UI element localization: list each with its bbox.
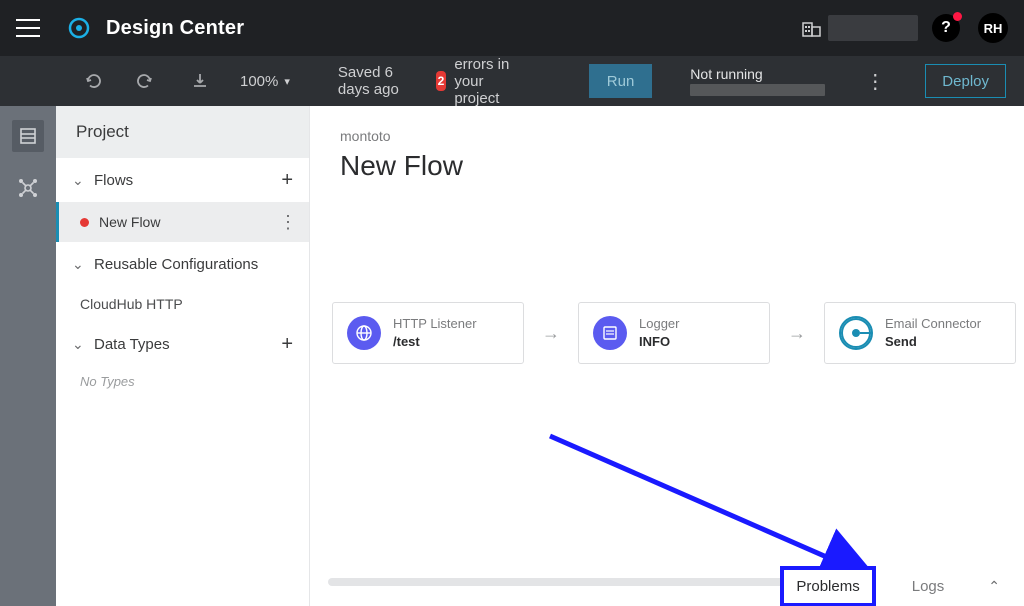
flow-cards-row: HTTP Listener /test → Logger INFO → bbox=[332, 302, 1024, 364]
sidebar-section-flows[interactable]: ⌄ Flows + bbox=[56, 158, 309, 202]
sidebar-section-datatypes[interactable]: ⌄ Data Types + bbox=[56, 322, 309, 366]
chevron-down-icon: ⌄ bbox=[72, 172, 84, 189]
org-icon[interactable] bbox=[802, 19, 822, 37]
arrow-right-icon: → bbox=[542, 323, 560, 344]
sidebar-section-reusable[interactable]: ⌄ Reusable Configurations bbox=[56, 242, 309, 286]
left-rail bbox=[0, 106, 56, 606]
zoom-selector[interactable]: 100% ▾ bbox=[240, 73, 290, 90]
add-flow-button[interactable]: + bbox=[281, 169, 293, 192]
breadcrumb: montoto bbox=[340, 128, 391, 144]
tab-problems[interactable]: Problems bbox=[780, 566, 875, 606]
menu-icon[interactable] bbox=[16, 19, 40, 37]
bottom-tabs: Problems Logs ⌃ bbox=[780, 566, 1024, 606]
toolbar: 100% ▾ Saved 6 days ago 2 errors in your… bbox=[0, 56, 1024, 106]
page-title: New Flow bbox=[340, 150, 463, 182]
errors-indicator[interactable]: 2 errors in your project bbox=[436, 56, 529, 107]
saved-status: Saved 6 days ago bbox=[338, 64, 406, 98]
app-logo-title[interactable]: Design Center bbox=[66, 15, 244, 41]
flow-item-menu[interactable]: ⋮ bbox=[279, 212, 297, 233]
globe-icon bbox=[347, 316, 381, 350]
error-count-badge: 2 bbox=[436, 71, 447, 91]
undo-button[interactable] bbox=[78, 67, 106, 95]
error-dot-icon bbox=[80, 218, 89, 227]
card-logger[interactable]: Logger INFO bbox=[578, 302, 770, 364]
card-email-connector[interactable]: Email Connector Send bbox=[824, 302, 1016, 364]
chevron-down-icon: ▾ bbox=[284, 75, 290, 88]
expand-panel-button[interactable]: ⌃ bbox=[980, 578, 1008, 595]
rail-project-icon[interactable] bbox=[12, 120, 44, 152]
download-button[interactable] bbox=[186, 67, 214, 95]
status-progress-bar bbox=[690, 84, 825, 96]
add-datatype-button[interactable]: + bbox=[281, 333, 293, 356]
flow-canvas[interactable]: montoto New Flow HTTP Listener /test → L… bbox=[310, 106, 1024, 606]
runtime-status: Not running bbox=[690, 66, 825, 96]
log-icon bbox=[593, 316, 627, 350]
arrow-right-icon: → bbox=[788, 323, 806, 344]
notification-dot-icon bbox=[953, 12, 962, 21]
card-http-listener[interactable]: HTTP Listener /test bbox=[332, 302, 524, 364]
help-button[interactable]: ? bbox=[932, 14, 960, 42]
rail-flow-icon[interactable] bbox=[12, 172, 44, 204]
project-sidebar: Project ⌄ Flows + New Flow ⋮ ⌄ Reusable … bbox=[56, 106, 310, 606]
sidebar-item-cloudhub-http[interactable]: CloudHub HTTP bbox=[56, 286, 309, 322]
sidebar-title: Project bbox=[56, 106, 309, 158]
help-label: ? bbox=[941, 19, 951, 37]
sidebar-item-new-flow[interactable]: New Flow ⋮ bbox=[56, 202, 309, 242]
tab-logs[interactable]: Logs bbox=[900, 570, 957, 603]
no-types-label: No Types bbox=[56, 366, 309, 397]
logo-icon bbox=[66, 15, 92, 41]
deploy-button[interactable]: Deploy bbox=[925, 64, 1006, 98]
chevron-down-icon: ⌄ bbox=[72, 336, 84, 353]
redo-button[interactable] bbox=[132, 67, 160, 95]
email-connector-icon bbox=[839, 316, 873, 350]
top-header: Design Center ? RH bbox=[0, 0, 1024, 56]
run-button[interactable]: Run bbox=[589, 64, 653, 98]
user-avatar[interactable]: RH bbox=[978, 13, 1008, 43]
app-title: Design Center bbox=[106, 17, 244, 40]
run-options-menu[interactable]: ⋮ bbox=[855, 69, 895, 94]
chevron-down-icon: ⌄ bbox=[72, 256, 84, 273]
org-selector[interactable] bbox=[828, 15, 918, 41]
